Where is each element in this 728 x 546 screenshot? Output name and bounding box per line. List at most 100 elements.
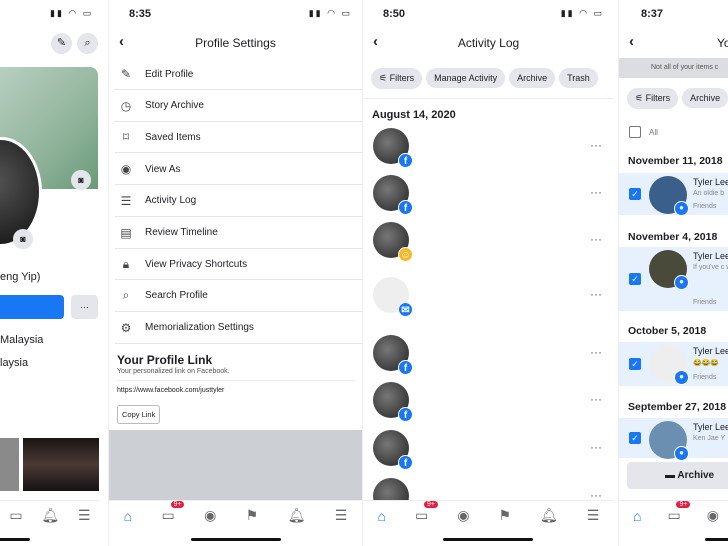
- pages-icon[interactable]: ▭: [9, 507, 22, 524]
- filters-chip[interactable]: ⚟ Filters: [627, 88, 679, 109]
- status-icons: ▮▮ ◠ ▭: [308, 8, 352, 18]
- groups-icon[interactable]: ◉: [707, 507, 719, 524]
- profile-name: eng Yip): [0, 271, 41, 283]
- groups-icon[interactable]: ◉: [204, 507, 216, 524]
- more-button[interactable]: ···: [71, 295, 98, 319]
- home-icon[interactable]: ⌂: [124, 508, 132, 524]
- bottom-nav: ⌂ ▭ 9+ ◉ ⚑ 🔔︎ ☰: [109, 500, 362, 530]
- photo-thumb[interactable]: [23, 438, 99, 491]
- pencil-icon: ✎: [120, 67, 132, 81]
- menu-item-label: Story Archive: [145, 100, 204, 112]
- entry-checkbox[interactable]: ✓: [629, 432, 641, 444]
- menu-item-search-profile[interactable]: ⌕ Search Profile: [115, 281, 362, 312]
- archive-chip[interactable]: Archive: [682, 88, 728, 108]
- status-time: 8:50: [383, 8, 406, 20]
- search-button[interactable]: ⌕: [77, 33, 98, 54]
- archive-button[interactable]: ▬ Archive: [627, 462, 728, 489]
- facebook-icon: f: [398, 455, 413, 470]
- archive-chip[interactable]: Archive: [509, 68, 556, 88]
- archive-select-screen: 8:37 ‹ Yo Not all of your items c ⚟ Filt…: [618, 0, 728, 546]
- person-icon: ●: [674, 201, 689, 216]
- trash-chip[interactable]: Trash: [559, 68, 598, 88]
- more-options-icon[interactable]: ···: [590, 440, 602, 454]
- edit-button[interactable]: ✎: [51, 33, 72, 54]
- more-options-icon[interactable]: ···: [590, 287, 602, 301]
- avatar: ●: [649, 421, 689, 461]
- menu-icon[interactable]: ☰: [78, 507, 91, 524]
- entry-checkbox[interactable]: ✓: [629, 273, 641, 285]
- menu-item-saved-items[interactable]: ⌑ Saved Items: [115, 122, 362, 154]
- filter-chips: ⚟ Filters Manage Activity Archive Trash: [371, 68, 602, 89]
- location-2: laysia: [0, 357, 29, 369]
- profile-camera-icon[interactable]: ◙: [13, 229, 33, 249]
- watch-icon[interactable]: ▭ 9+: [162, 501, 185, 524]
- entry-name: Tyler Lee: [693, 422, 728, 432]
- bell-icon[interactable]: 🔔︎: [41, 507, 59, 524]
- menu-item-label: Saved Items: [145, 131, 201, 143]
- manage-activity-chip[interactable]: Manage Activity: [426, 68, 506, 88]
- status-icons: ▮▮ ◠ ▭: [50, 8, 94, 18]
- bell-icon[interactable]: 🔔︎: [288, 507, 306, 524]
- menu-item-label: View Privacy Shortcuts: [145, 258, 248, 270]
- entry-checkbox[interactable]: ✓: [629, 188, 641, 200]
- menu-item-memorialization-settings[interactable]: ⚙ Memorialization Settings: [115, 313, 362, 344]
- archive-button-label: Archive: [677, 470, 715, 481]
- home-icon[interactable]: ⌂: [378, 508, 386, 524]
- back-button[interactable]: ‹: [629, 33, 634, 50]
- page-title: Activity Log: [457, 36, 520, 50]
- watch-icon[interactable]: ▭ 9+: [667, 501, 691, 524]
- home-icon[interactable]: ⌂: [633, 508, 641, 524]
- entry-checkbox[interactable]: ✓: [629, 358, 641, 370]
- groups-icon[interactable]: ◉: [457, 507, 469, 524]
- facebook-icon: f: [398, 153, 413, 168]
- search-icon: ⌕: [84, 37, 91, 49]
- profile-link-url[interactable]: https://www.facebook.com/justtyler: [117, 387, 224, 394]
- photo-thumb[interactable]: [0, 438, 19, 491]
- menu-item-view-privacy-shortcuts[interactable]: 🔒︎ View Privacy Shortcuts: [115, 249, 362, 281]
- menu-item-activity-log[interactable]: ☰ Activity Log: [115, 186, 362, 217]
- menu-icon[interactable]: ☰: [335, 507, 348, 524]
- chip-label: Filters: [389, 73, 415, 83]
- entry-date: November 4, 2018: [628, 231, 718, 243]
- status-time: 8:37: [641, 8, 664, 20]
- select-all-checkbox[interactable]: [629, 126, 641, 138]
- entry-date: October 5, 2018: [628, 325, 707, 337]
- menu-item-story-archive[interactable]: ◷ Story Archive: [115, 91, 362, 122]
- add-story-button[interactable]: [0, 295, 64, 319]
- entry-text: If you've c would pay: [693, 264, 728, 271]
- flag-icon[interactable]: ⚑: [498, 507, 511, 524]
- flag-icon[interactable]: ⚑: [246, 507, 259, 524]
- cover-camera-icon[interactable]: ◙: [71, 170, 91, 190]
- more-options-icon[interactable]: ···: [590, 138, 602, 152]
- more-options-icon[interactable]: ···: [590, 232, 602, 246]
- bottom-nav: ▭ 🔔︎ ☰: [0, 500, 100, 530]
- menu-item-edit-profile[interactable]: ✎ Edit Profile: [115, 59, 362, 90]
- menu-icon[interactable]: ☰: [587, 507, 600, 524]
- entry-text: Ken Jae Y: [693, 435, 726, 442]
- filters-chip[interactable]: ⚟ Filters: [371, 68, 423, 89]
- watch-icon[interactable]: ▭ 9+: [415, 501, 438, 524]
- menu-item-label: Search Profile: [145, 290, 208, 302]
- more-options-icon[interactable]: ···: [590, 392, 602, 406]
- copy-link-button[interactable]: Copy Link: [117, 405, 161, 424]
- home-indicator: [0, 538, 30, 541]
- avatar: ✉: [373, 277, 413, 317]
- facebook-icon: f: [398, 360, 413, 375]
- more-options-icon[interactable]: ···: [590, 345, 602, 359]
- avatar: ●: [649, 250, 689, 290]
- pencil-icon: ✎: [56, 37, 67, 49]
- more-options-icon[interactable]: ···: [590, 185, 602, 199]
- menu-item-review-timeline[interactable]: ▤ Review Timeline: [115, 218, 362, 249]
- notification-badge: 9+: [170, 501, 185, 508]
- avatar: ☺: [373, 222, 413, 262]
- profile-settings-screen: 8:35 ▮▮ ◠ ▭ ‹ Profile Settings ✎ Edit Pro…: [108, 0, 362, 546]
- home-indicator: [191, 538, 281, 541]
- avatar: ●: [649, 345, 689, 385]
- entry-date: November 11, 2018: [628, 155, 723, 167]
- select-all-label: All: [649, 128, 658, 137]
- menu-item-view-as[interactable]: ◉ View As: [115, 154, 362, 186]
- bell-icon[interactable]: 🔔︎: [540, 507, 558, 524]
- page-title: Profile Settings: [195, 36, 276, 50]
- entry-text: 😂😂😂: [693, 360, 720, 367]
- list-icon: ☰: [120, 193, 132, 208]
